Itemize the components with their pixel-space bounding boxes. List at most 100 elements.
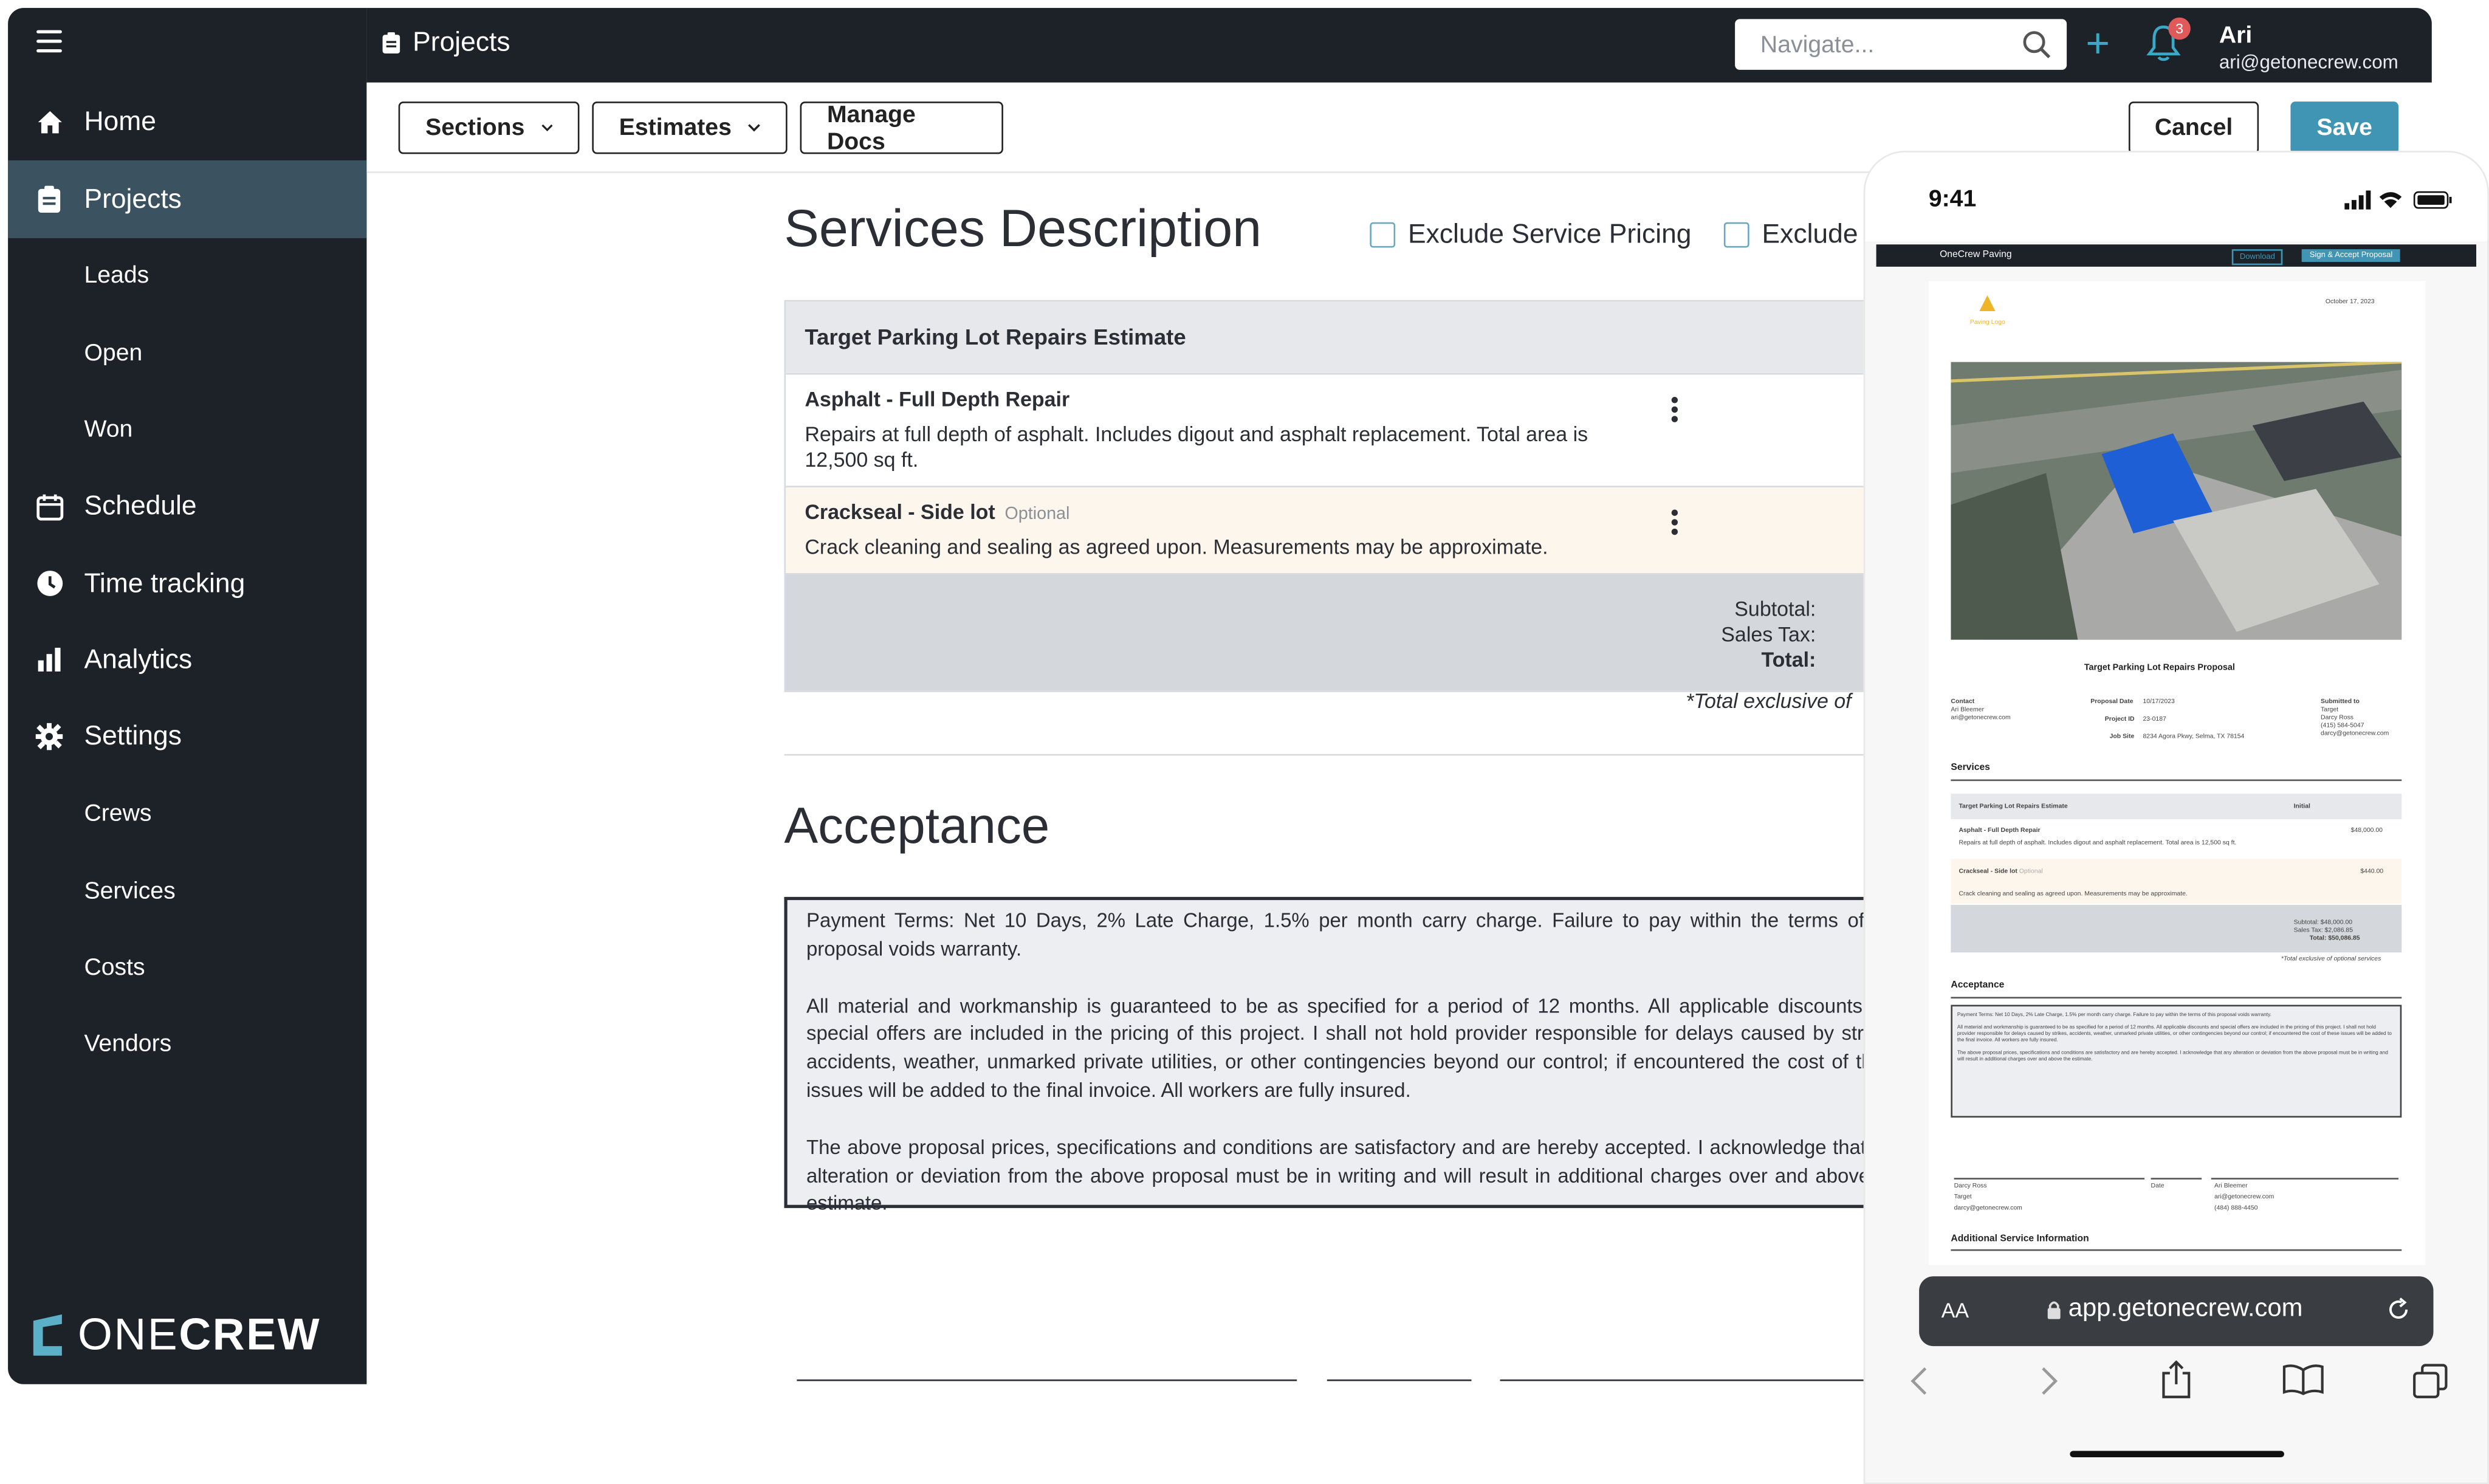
mini-terms-paragraph: All material and workmanship is guarante… [1957,1023,2392,1043]
signature-line [1500,1379,1864,1381]
totals-footer: Subtotal: Sales Tax: Total: [786,573,1864,691]
mini-tax: Sales Tax: $2,086.85 [2293,925,2353,933]
mobile-preview: 9:41 OneCrew Paving Download Sign & Acce… [1863,151,2489,1484]
page-title-text: Projects [413,27,510,58]
mini-row-1-price: $48,000.00 [2350,825,2383,834]
sidebar-item-label: Costs [84,953,145,981]
sidebar-item-services[interactable]: Services [8,853,366,929]
table-row[interactable]: Asphalt - Full Depth Repair Repairs at f… [786,373,1864,486]
sidebar-item-label: Time tracking [84,567,245,598]
status-icons [2344,190,2452,210]
search-icon[interactable] [2022,30,2051,59]
table-row[interactable]: Crackseal - Side lot Optional Crack clean… [786,486,1864,574]
terms-paragraph: All material and workmanship is guarante… [806,994,1864,1102]
mini-terms-box: Payment Terms: Net 10 Days, 2% Late Char… [1951,1005,2402,1118]
home-indicator [2070,1451,2284,1457]
top-bar: Projects Navigate... + 3 Ari ari@getonec… [366,8,2432,83]
share-icon[interactable] [2160,1360,2192,1399]
sidebar-item-open[interactable]: Open [8,315,366,391]
acceptance-title: Acceptance [784,797,1050,854]
sign-accept-button[interactable]: Sign & Accept Proposal [2301,249,2401,263]
add-icon[interactable]: + [2086,21,2110,65]
reload-icon[interactable] [2386,1297,2411,1322]
sidebar-item-label: Crews [84,800,152,828]
sidebar-item-leads[interactable]: Leads [8,238,366,314]
browser-nav-bar [1865,1351,2487,1446]
search-placeholder: Navigate... [1760,32,1875,59]
mini-row-1-desc: Repairs at full depth of asphalt. Includ… [1959,838,2237,847]
sidebar-item-label: Vendors [84,1031,172,1058]
more-options-icon[interactable] [1671,509,1678,535]
proposal-editor: Services Description Exclude Service Pri… [784,167,1864,1389]
estimates-label: Estimates [619,114,732,142]
user-menu[interactable]: Ari ari@getonecrew.com [2219,22,2398,74]
sidebar-item-label: Projects [84,183,182,214]
more-options-icon[interactable] [1671,397,1678,422]
paving-logo-icon [1979,295,1996,311]
sidebar-item-costs[interactable]: Costs [8,929,366,1006]
exclude-service-pricing-checkbox[interactable]: Exclude Service Pricing [1370,219,1692,250]
submitted-to-phone: (415) 584-5047 [2321,720,2364,729]
user-email: ari@getonecrew.com [2219,50,2398,74]
sidebar-item-label: Won [84,416,133,444]
download-button[interactable]: Download [2231,249,2283,266]
sidebar-item-projects[interactable]: Projects [8,160,367,238]
sidebar-item-label: Services [84,877,176,904]
contact-label: Contact [1951,696,1975,705]
proposal-date-value: 10/17/2023 [2143,696,2175,705]
menu-icon[interactable] [36,30,62,53]
mini-row-2-name: Crackseal - Side lot [1959,867,2017,875]
cancel-button[interactable]: Cancel [2128,101,2259,154]
sidebar-item-analytics[interactable]: Analytics [8,622,366,698]
optional-badge: Optional [1004,504,1070,524]
submitted-to-company: Target [2321,704,2339,713]
estimates-dropdown[interactable]: Estimates [592,101,788,154]
sections-dropdown[interactable]: Sections [398,101,580,154]
services-heading: Services [1951,763,1990,774]
total-exclusive-note: *Total exclusive of [1686,689,1852,713]
sidebar-item-settings[interactable]: Settings [8,699,366,775]
exclude-checkbox[interactable]: Exclude [1723,219,1858,250]
chevron-down-icon [747,124,760,132]
navigate-search-input[interactable]: Navigate... [1735,19,2067,70]
save-button[interactable]: Save [2290,101,2399,154]
page-title: Projects [382,27,510,58]
gear-icon [35,723,63,751]
sidebar-item-time-tracking[interactable]: Time tracking [8,545,366,622]
job-site-value: 8234 Agora Pkwy, Selma, TX 78154 [2143,732,2245,740]
acceptance-terms-textarea[interactable]: Payment Terms: Net 10 Days, 2% Late Char… [784,896,1864,1215]
sidebar-item-won[interactable]: Won [8,391,366,468]
project-id-value: 23-0187 [2143,714,2166,723]
submitted-to-name: Darcy Ross [2321,712,2354,721]
section-divider [784,754,1864,756]
sidebar-item-label: Home [84,106,156,137]
text-size-button[interactable]: AA [1941,1299,1969,1322]
sidebar-item-home[interactable]: Home [8,84,366,160]
company-name: OneCrew Paving [1940,250,2012,261]
mini-sig-1-email: darcy@getonecrew.com [1954,1203,2022,1212]
manage-docs-button[interactable]: Manage Docs [800,101,1003,155]
onecrew-logo: ONECREW [30,1310,321,1361]
signature-line [797,1379,1297,1381]
estimate-table-title: Target Parking Lot Repairs Estimate [786,301,1864,373]
tabs-icon[interactable] [2413,1364,2448,1398]
service-description: Crack cleaning and sealing as agreed upo… [805,535,1548,559]
forward-icon[interactable] [2040,1367,2059,1395]
back-icon[interactable] [1909,1367,1928,1395]
logo-text-bold: CREW [179,1310,321,1359]
sidebar-item-schedule[interactable]: Schedule [8,468,366,544]
mini-terms-paragraph: Payment Terms: Net 10 Days, 2% Late Char… [1957,1011,2271,1018]
service-name: Asphalt - Full Depth Repair [805,387,1070,411]
project-id-label: Project ID [2104,714,2135,723]
sidebar-item-vendors[interactable]: Vendors [8,1006,366,1082]
phone-time: 9:41 [1928,185,1977,213]
browser-address-bar[interactable]: AA app.getonecrew.com [1919,1276,2434,1347]
checkbox-box[interactable] [1723,222,1749,248]
terms-paragraph: Payment Terms: Net 10 Days, 2% Late Char… [806,909,1864,960]
sidebar-item-crews[interactable]: Crews [8,775,366,852]
checkbox-box[interactable] [1370,222,1396,248]
phone-status-bar: 9:41 [1865,152,2488,242]
user-name: Ari [2219,22,2253,49]
bookmarks-icon[interactable] [2282,1364,2324,1395]
mini-exclusive-note: *Total exclusive of optional services [2281,953,2381,962]
